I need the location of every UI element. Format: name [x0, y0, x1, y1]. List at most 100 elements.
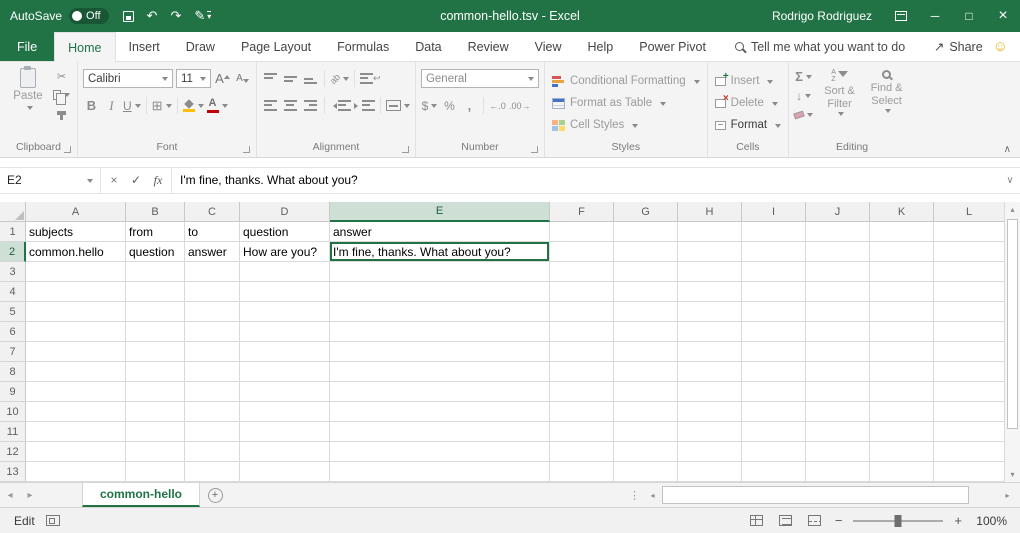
cell-F12[interactable] [550, 442, 614, 462]
cell-F8[interactable] [550, 362, 614, 382]
cell-B9[interactable] [126, 382, 185, 402]
cell-J9[interactable] [806, 382, 870, 402]
cell-L1[interactable] [934, 222, 1004, 242]
view-normal-button[interactable] [748, 513, 766, 529]
cell-E1[interactable]: answer [330, 222, 550, 242]
cell-E5[interactable] [330, 302, 550, 322]
column-header-I[interactable]: I [742, 202, 806, 222]
cell-A13[interactable] [26, 462, 126, 482]
delete-cells-button[interactable]: Delete [713, 93, 783, 113]
cell-L4[interactable] [934, 282, 1004, 302]
borders-button[interactable]: ⊞ [152, 96, 172, 116]
cell-J6[interactable] [806, 322, 870, 342]
zoom-in-button[interactable]: + [954, 513, 962, 528]
cell-C6[interactable] [185, 322, 240, 342]
cell-E12[interactable] [330, 442, 550, 462]
cell-H3[interactable] [678, 262, 742, 282]
cell-K13[interactable] [870, 462, 934, 482]
cell-I4[interactable] [742, 282, 806, 302]
column-header-D[interactable]: D [240, 202, 330, 222]
vertical-scrollbar[interactable]: ▴ ▾ [1004, 202, 1020, 482]
name-box[interactable]: E2 [0, 168, 101, 193]
cell-E8[interactable] [330, 362, 550, 382]
cell-I7[interactable] [742, 342, 806, 362]
cell-B13[interactable] [126, 462, 185, 482]
cell-F2[interactable] [550, 242, 614, 262]
fill-color-button[interactable] [183, 96, 204, 116]
row-header-9[interactable]: 9 [0, 382, 26, 402]
view-page-layout-button[interactable] [777, 513, 795, 529]
cell-K6[interactable] [870, 322, 934, 342]
cell-B8[interactable] [126, 362, 185, 382]
conditional-formatting-button[interactable]: Conditional Formatting [550, 71, 702, 91]
cell-A5[interactable] [26, 302, 126, 322]
cell-B7[interactable] [126, 342, 185, 362]
cell-A6[interactable] [26, 322, 126, 342]
cell-H13[interactable] [678, 462, 742, 482]
find-select-button[interactable]: Find & Select [863, 65, 910, 141]
cell-A7[interactable] [26, 342, 126, 362]
cell-K7[interactable] [870, 342, 934, 362]
autosave-toggle[interactable]: Off [69, 8, 108, 24]
cell-D5[interactable] [240, 302, 330, 322]
cell-A10[interactable] [26, 402, 126, 422]
cell-A4[interactable] [26, 282, 126, 302]
cell-F3[interactable] [550, 262, 614, 282]
autosum-button[interactable]: Σ [794, 69, 813, 84]
cell-G10[interactable] [614, 402, 678, 422]
cell-J8[interactable] [806, 362, 870, 382]
font-name-select[interactable]: Calibri [83, 69, 173, 88]
cell-K1[interactable] [870, 222, 934, 242]
cell-K5[interactable] [870, 302, 934, 322]
cell-K10[interactable] [870, 402, 934, 422]
minimize-button[interactable]: ─ [918, 0, 952, 32]
column-header-K[interactable]: K [870, 202, 934, 222]
cell-G2[interactable] [614, 242, 678, 262]
cell-K9[interactable] [870, 382, 934, 402]
cell-E11[interactable] [330, 422, 550, 442]
fill-button[interactable]: ↓ [794, 88, 813, 103]
row-header-12[interactable]: 12 [0, 442, 26, 462]
cell-G9[interactable] [614, 382, 678, 402]
cell-L9[interactable] [934, 382, 1004, 402]
cell-F1[interactable] [550, 222, 614, 242]
scroll-left-icon[interactable]: ◂ [645, 488, 660, 503]
cell-styles-button[interactable]: Cell Styles [550, 115, 702, 135]
cell-C5[interactable] [185, 302, 240, 322]
cell-D12[interactable] [240, 442, 330, 462]
cell-K8[interactable] [870, 362, 934, 382]
cell-B4[interactable] [126, 282, 185, 302]
cell-H7[interactable] [678, 342, 742, 362]
tab-help[interactable]: Help [575, 32, 627, 61]
feedback-smiley-button[interactable]: ☺ [993, 32, 1020, 61]
align-center-button[interactable] [282, 96, 299, 116]
select-all-corner[interactable] [0, 202, 26, 222]
cell-G11[interactable] [614, 422, 678, 442]
cell-L10[interactable] [934, 402, 1004, 422]
cell-B11[interactable] [126, 422, 185, 442]
cell-E9[interactable] [330, 382, 550, 402]
cell-C2[interactable]: answer [185, 242, 240, 262]
cell-J13[interactable] [806, 462, 870, 482]
cell-H6[interactable] [678, 322, 742, 342]
cell-G5[interactable] [614, 302, 678, 322]
save-button[interactable] [123, 11, 134, 22]
cell-F9[interactable] [550, 382, 614, 402]
cell-C1[interactable]: to [185, 222, 240, 242]
cell-L6[interactable] [934, 322, 1004, 342]
cell-I10[interactable] [742, 402, 806, 422]
alignment-dialog-launcher[interactable] [402, 146, 409, 153]
align-right-button[interactable] [302, 96, 319, 116]
sort-filter-button[interactable]: AZ Sort & Filter [816, 65, 863, 141]
cell-J12[interactable] [806, 442, 870, 462]
cell-L2[interactable] [934, 242, 1004, 262]
align-middle-button[interactable] [282, 69, 299, 89]
wrap-text-button[interactable]: ↩ [360, 69, 381, 89]
cell-I5[interactable] [742, 302, 806, 322]
clipboard-dialog-launcher[interactable] [64, 146, 71, 153]
cell-L7[interactable] [934, 342, 1004, 362]
row-header-5[interactable]: 5 [0, 302, 26, 322]
new-sheet-button[interactable]: + [200, 483, 230, 507]
cell-E3[interactable] [330, 262, 550, 282]
cell-I13[interactable] [742, 462, 806, 482]
